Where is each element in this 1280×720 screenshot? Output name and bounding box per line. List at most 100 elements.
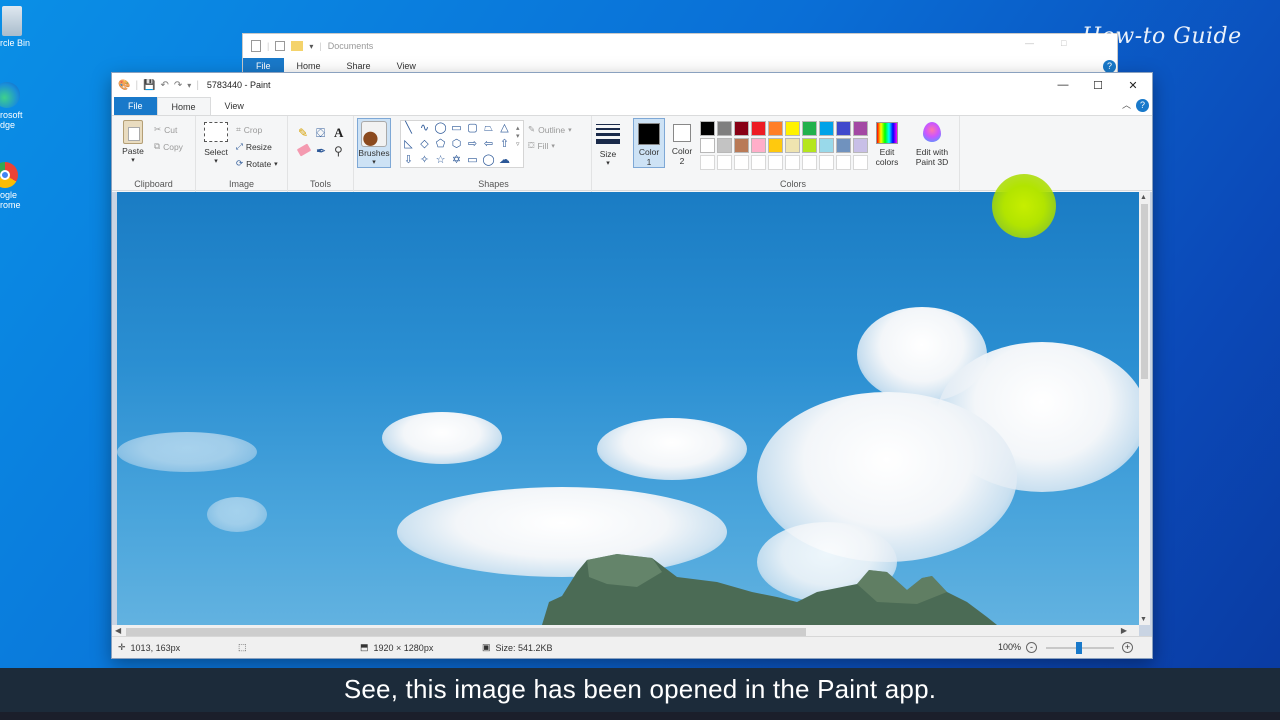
custom-color-slot[interactable] <box>717 155 732 170</box>
collapse-ribbon-icon[interactable]: ︿ <box>1122 98 1131 111</box>
explorer-minimize-button[interactable]: — <box>1025 38 1034 48</box>
horizontal-scroll-thumb[interactable] <box>126 628 806 636</box>
shapes-scroll-icon[interactable]: ▴ ▾ ▿ <box>516 124 520 148</box>
custom-color-slot[interactable] <box>819 155 834 170</box>
color2-button[interactable]: Color 2 <box>667 118 697 168</box>
text-icon[interactable]: A <box>334 125 343 141</box>
vertical-scrollbar[interactable]: ▲ ▼ <box>1139 192 1150 625</box>
copy-button[interactable]: ⧉ Copy <box>154 141 183 152</box>
paste-button[interactable]: Paste ▾ <box>118 120 148 164</box>
custom-color-slot[interactable] <box>785 155 800 170</box>
redo-icon[interactable]: ↷ <box>174 80 182 91</box>
close-button[interactable]: ✕ <box>1116 73 1150 97</box>
outline-button[interactable]: ✎ Outline ▾ <box>528 124 572 135</box>
oval-callout-shape-icon[interactable]: ◯ <box>482 154 495 167</box>
undo-icon[interactable]: ↶ <box>161 80 169 91</box>
hexagon-shape-icon[interactable]: ⬡ <box>450 138 463 151</box>
desktop-icon-recycle-bin[interactable]: rcle Bin <box>0 6 40 48</box>
palette-swatch[interactable] <box>802 121 817 136</box>
desktop-icon-chrome[interactable]: ogle rome <box>0 162 40 210</box>
custom-color-slot[interactable] <box>768 155 783 170</box>
paint-window[interactable]: 🎨 | 💾 ↶ ↷ ▾ | 5783440 - Paint — ☐ ✕ File… <box>111 72 1153 659</box>
palette-swatch[interactable] <box>768 121 783 136</box>
right-arrow-shape-icon[interactable]: ⇨ <box>466 138 479 151</box>
six-point-star-shape-icon[interactable]: ✡ <box>450 154 463 167</box>
palette-swatch[interactable] <box>802 138 817 153</box>
palette-swatch[interactable] <box>819 121 834 136</box>
five-point-star-shape-icon[interactable]: ☆ <box>434 154 447 167</box>
minimize-button[interactable]: — <box>1046 73 1080 97</box>
palette-swatch[interactable] <box>751 138 766 153</box>
palette-swatch[interactable] <box>853 138 868 153</box>
palette-swatch[interactable] <box>734 121 749 136</box>
desktop-icon-edge[interactable]: rosoft dge <box>0 82 40 130</box>
palette-swatch[interactable] <box>734 138 749 153</box>
palette-swatch[interactable] <box>836 121 851 136</box>
palette-swatch[interactable] <box>853 121 868 136</box>
custom-color-slot[interactable] <box>802 155 817 170</box>
tab-file[interactable]: File <box>114 97 157 115</box>
palette-swatch[interactable] <box>717 138 732 153</box>
color-picker-icon[interactable]: ✒ <box>316 144 326 158</box>
explorer-maximize-button[interactable]: □ <box>1061 38 1066 48</box>
zoom-slider-thumb[interactable] <box>1076 642 1082 654</box>
up-arrow-shape-icon[interactable]: ⇧ <box>498 138 511 151</box>
help-icon[interactable]: ? <box>1136 99 1149 112</box>
image-group: Select ▾ ⌗ Crop ⤢ Resize ⟳ Rotate ▾ Image <box>196 116 288 192</box>
palette-swatch[interactable] <box>785 121 800 136</box>
custom-color-slot[interactable] <box>734 155 749 170</box>
rounded-callout-shape-icon[interactable]: ▭ <box>466 154 479 167</box>
fill-button[interactable]: ⛋ Fill ▾ <box>528 140 555 151</box>
palette-swatch[interactable] <box>768 138 783 153</box>
palette-swatch[interactable] <box>819 138 834 153</box>
rectangle-shape-icon[interactable]: ▭ <box>450 122 463 135</box>
pentagon-shape-icon[interactable]: ⬠ <box>434 138 447 151</box>
curve-shape-icon[interactable]: ∿ <box>418 122 431 135</box>
size-button[interactable]: Size ▾ <box>592 122 624 167</box>
select-button[interactable]: Select ▾ <box>202 120 230 165</box>
cloud-callout-shape-icon[interactable]: ☁ <box>498 154 511 167</box>
right-triangle-shape-icon[interactable]: ◺ <box>402 138 415 151</box>
crop-button[interactable]: ⌗ Crop <box>236 124 262 135</box>
custom-color-slot[interactable] <box>836 155 851 170</box>
zoom-out-button[interactable]: - <box>1026 642 1037 653</box>
custom-color-slot[interactable] <box>853 155 868 170</box>
zoom-in-button[interactable]: + <box>1122 642 1133 653</box>
customize-qat-icon[interactable]: ▾ <box>187 81 191 90</box>
resize-button[interactable]: ⤢ Resize <box>236 141 272 152</box>
custom-color-slot[interactable] <box>700 155 715 170</box>
palette-swatch[interactable] <box>717 121 732 136</box>
magnifier-icon[interactable]: ⚲ <box>334 144 343 158</box>
edit-with-paint3d-button[interactable]: Edit with Paint 3D <box>910 120 954 167</box>
tab-home[interactable]: Home <box>156 97 211 115</box>
down-arrow-shape-icon[interactable]: ⇩ <box>402 154 415 167</box>
rounded-rectangle-shape-icon[interactable]: ▢ <box>466 122 479 135</box>
maximize-button[interactable]: ☐ <box>1081 73 1115 97</box>
color1-button[interactable]: Color 1 <box>633 118 665 168</box>
cut-button[interactable]: ✂ Cut <box>154 124 177 135</box>
brushes-button[interactable]: Brushes ▾ <box>357 118 391 168</box>
polygon-shape-icon[interactable]: ⏢ <box>482 122 495 135</box>
line-shape-icon[interactable]: ╲ <box>402 122 415 135</box>
fill-bucket-icon[interactable]: ⛋ <box>316 126 325 141</box>
four-point-star-shape-icon[interactable]: ✧ <box>418 154 431 167</box>
pencil-icon[interactable]: ✎ <box>298 126 308 140</box>
tab-view[interactable]: View <box>211 97 258 115</box>
vertical-scroll-thumb[interactable] <box>1141 204 1148 379</box>
triangle-shape-icon[interactable]: △ <box>498 122 511 135</box>
oval-shape-icon[interactable]: ◯ <box>434 122 447 135</box>
image-canvas[interactable] <box>117 192 1139 625</box>
palette-swatch[interactable] <box>836 138 851 153</box>
palette-swatch[interactable] <box>700 121 715 136</box>
select-rectangle-icon <box>204 122 228 142</box>
palette-swatch[interactable] <box>751 121 766 136</box>
palette-swatch[interactable] <box>785 138 800 153</box>
save-icon[interactable]: 💾 <box>143 80 155 91</box>
edit-colors-button[interactable]: Edit colors <box>870 120 904 167</box>
custom-color-slot[interactable] <box>751 155 766 170</box>
diamond-shape-icon[interactable]: ◇ <box>418 138 431 151</box>
left-arrow-shape-icon[interactable]: ⇦ <box>482 138 495 151</box>
eraser-icon[interactable] <box>296 143 312 157</box>
rotate-button[interactable]: ⟳ Rotate ▾ <box>236 158 278 169</box>
palette-swatch[interactable] <box>700 138 715 153</box>
